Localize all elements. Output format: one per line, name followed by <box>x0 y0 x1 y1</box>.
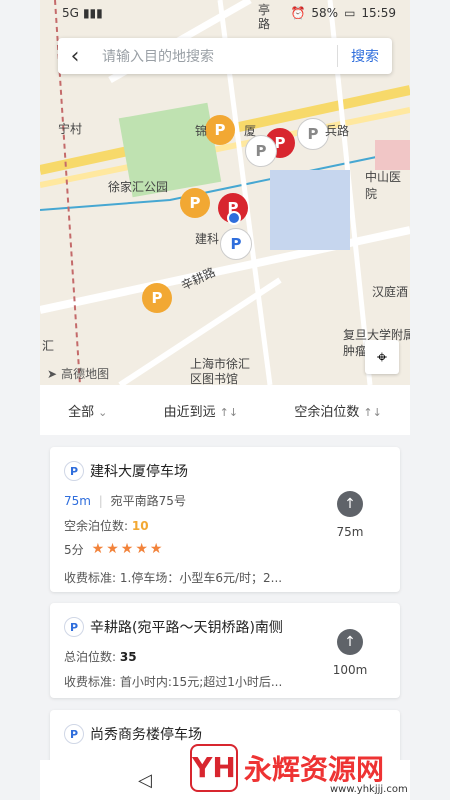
nav-distance: 75m <box>336 525 364 539</box>
parking-distance: 75m <box>64 494 91 508</box>
star-icon: ★ <box>149 541 163 557</box>
parking-navigate[interactable]: ↑ 100m <box>320 629 380 677</box>
parking-score: 5分 <box>64 543 84 557</box>
map-label-xujiahui-park: 徐家汇公园 <box>108 180 169 194</box>
search-bar[interactable]: ‹ 请输入目的地搜索 搜索 <box>58 38 392 74</box>
star-icon: ★ <box>106 541 119 557</box>
locate-button[interactable]: ⌖ <box>365 340 399 374</box>
filter-sort-label: 由近到远 <box>163 404 216 420</box>
map-label-hanting: 汉庭酒 <box>372 285 409 299</box>
parking-card-title: P 辛耕路(宛平路～天钥桥路)南侧 <box>64 617 283 637</box>
parking-fee: 收费标准: 1.停车场：小型车6元/时；2... <box>64 569 282 586</box>
parking-spaces: 空余泊位数: 10 <box>64 517 149 534</box>
fee-value: 1.停车场：小型车6元/时；2... <box>119 571 283 585</box>
parking-spaces-label: 空余泊位数: <box>64 519 129 533</box>
watermark-url: www.yhkjjj.com <box>330 784 408 795</box>
back-icon[interactable]: ‹ <box>58 44 92 69</box>
search-button[interactable]: 搜索 <box>338 46 392 66</box>
nav-distance: 100m <box>332 663 368 677</box>
parking-distance-address: 75m | 宛平南路75号 <box>64 494 186 508</box>
watermark: YH 永辉资源网 www.yhkjjj.com <box>190 740 415 795</box>
map-label-jin: 锦 <box>195 124 208 138</box>
status-bar-right: ⏰ 58% ▭ 15:59 <box>290 6 396 20</box>
chevron-down-icon: ⌄ <box>98 405 108 419</box>
alarm-icon: ⏰ <box>290 6 306 20</box>
map-label-ningcun: 宁村 <box>58 122 83 136</box>
sort-icon: ↑↓ <box>363 405 382 419</box>
parking-icon: P <box>64 617 84 637</box>
map-label-hui: 汇 <box>42 339 55 353</box>
navigation-arrow-icon: ➤ <box>47 366 58 381</box>
parking-card[interactable]: P 辛耕路(宛平路～天钥桥路)南侧 总泊位数: 35 收费标准: 首小时内:15… <box>50 603 400 698</box>
parking-name: 建科大厦停车场 <box>90 464 188 480</box>
parking-fee: 收费标准: 首小时内:15元;超过1小时后... <box>64 673 282 690</box>
battery-icon: ▭ <box>344 6 356 20</box>
star-icon: ★ <box>135 541 148 557</box>
filter-all[interactable]: 全部 ⌄ <box>68 401 107 420</box>
parking-rating: 5分 ★ ★ ★ ★ ★ <box>64 541 164 558</box>
parking-card-title: P 建科大厦停车场 <box>64 461 188 481</box>
network-label: 5G <box>62 6 79 20</box>
parking-card-title: P 尚秀商务楼停车场 <box>64 724 202 744</box>
navigate-arrow-icon[interactable]: ↑ <box>337 629 363 655</box>
parking-icon: P <box>64 461 84 481</box>
map-label-sha: 厦 <box>244 124 257 138</box>
sort-icon: ↑↓ <box>219 405 239 419</box>
map-label-jianke: 建科 <box>195 232 220 246</box>
amap-logo: ➤ 高德地图 <box>47 365 109 382</box>
parking-marker[interactable]: P <box>245 135 277 167</box>
filter-bar: 全部 ⌄ 由近到远 ↑↓ 空余泊位数 ↑↓ <box>40 385 410 435</box>
parking-marker[interactable]: P <box>142 283 172 313</box>
fee-label: 收费标准: <box>64 675 117 689</box>
current-location-dot <box>227 211 241 225</box>
watermark-logo: YH <box>190 743 238 792</box>
map-logo-text: 高德地图 <box>61 367 110 381</box>
battery-percent: 58% <box>311 6 339 20</box>
signal-icon: ▮▮▮ <box>82 6 103 20</box>
search-input[interactable]: 请输入目的地搜索 <box>92 46 337 66</box>
star-icon: ★ <box>91 541 105 557</box>
parking-marker[interactable]: P <box>205 115 235 145</box>
filter-spaces-label: 空余泊位数 <box>294 404 360 420</box>
total-value: 35 <box>119 650 137 664</box>
filter-all-label: 全部 <box>68 404 95 420</box>
status-bar: 5G ▮▮▮ ⏰ 58% ▭ 15:59 <box>40 0 410 28</box>
parking-total-spaces: 总泊位数: 35 <box>64 648 137 665</box>
parking-icon: P <box>64 724 84 744</box>
parking-name: 辛耕路(宛平路～天钥桥路)南侧 <box>90 620 283 636</box>
fee-value: 首小时内:15元;超过1小时后... <box>119 675 283 689</box>
parking-name: 尚秀商务楼停车场 <box>90 727 202 743</box>
crosshair-icon: ⌖ <box>376 346 388 368</box>
status-time: 15:59 <box>361 6 396 20</box>
rating-stars: ★ ★ ★ ★ ★ <box>92 541 165 558</box>
filter-sort-spaces[interactable]: 空余泊位数 ↑↓ <box>294 401 381 420</box>
star-icon: ★ <box>120 541 134 557</box>
parking-card[interactable]: P 建科大厦停车场 75m | 宛平南路75号 空余泊位数: 10 5分 ★ ★ ★… <box>50 447 400 592</box>
navigate-arrow-icon[interactable]: ↑ <box>337 491 363 517</box>
map-label-library: 上海市徐汇区图书馆 <box>190 357 251 385</box>
status-bar-left: 5G ▮▮▮ <box>62 6 103 20</box>
parking-address: 宛平南路75号 <box>110 494 186 508</box>
parking-marker[interactable]: P <box>180 188 210 218</box>
parking-list: P 建科大厦停车场 75m | 宛平南路75号 空余泊位数: 10 5分 ★ ★ ★… <box>40 435 410 760</box>
map-label-bing-road: 兵路 <box>325 124 350 138</box>
parking-navigate[interactable]: ↑ 75m <box>320 491 380 539</box>
map-label-zhongshan-hospital: 中山医院 <box>365 170 402 201</box>
total-label: 总泊位数: <box>64 650 117 664</box>
parking-marker[interactable]: P <box>220 228 252 260</box>
fee-label: 收费标准: <box>64 571 117 585</box>
parking-spaces-value: 10 <box>131 519 149 533</box>
filter-sort-distance[interactable]: 由近到远 ↑↓ <box>164 401 238 420</box>
watermark-text: 永辉资源网 <box>244 752 385 786</box>
back-triangle-icon[interactable]: ◁ <box>138 770 152 791</box>
